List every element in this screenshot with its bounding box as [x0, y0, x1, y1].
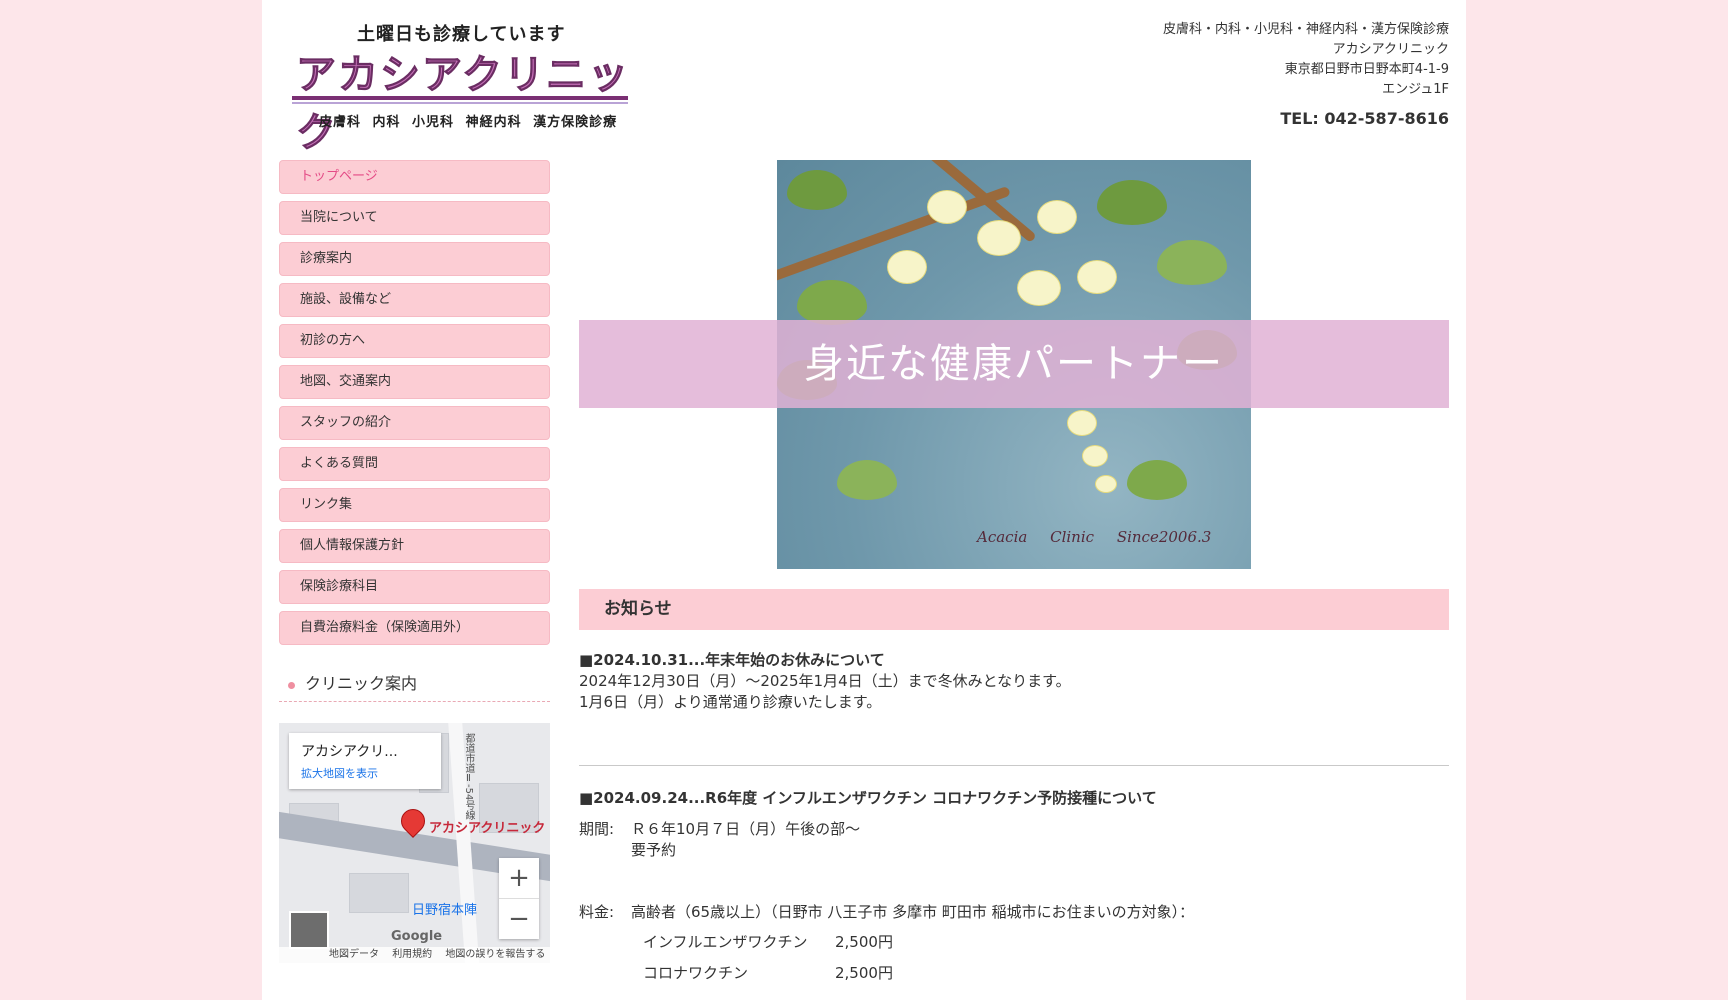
nav-item-access[interactable]: 地図、交通案内	[279, 365, 550, 399]
nav-item-about[interactable]: 当院について	[279, 201, 550, 235]
bullet-dot-icon	[288, 682, 295, 689]
map-enlarge-link[interactable]: 拡大地図を表示	[301, 765, 429, 781]
map-road-label: 都道市道Ⅱ-54号線	[463, 733, 474, 821]
period-note: 要予約	[631, 841, 677, 859]
news-item-heading: ■2024.09.24...R6年度 インフルエンザワクチン コロナワクチン予防…	[579, 789, 1157, 807]
logo-departments: 皮膚科 内科 小児科 神経内科 漢方保険診療	[319, 115, 618, 130]
hero-headline-band: 身近な健康パートナー	[579, 320, 1449, 408]
news-section-title: お知らせ	[579, 589, 1449, 630]
price-name: コロナワクチン	[643, 964, 749, 982]
nav-item-self-pay[interactable]: 自費治療料金（保険適用外）	[279, 611, 550, 645]
fee-label: 料金:	[579, 903, 615, 921]
map-zoom-controls: + −	[499, 858, 539, 939]
painting-leaf	[1157, 240, 1227, 285]
nav-item-staff[interactable]: スタッフの紹介	[279, 406, 550, 440]
news-item-text: 1月6日（月）より通常通り診療いたします。	[579, 693, 882, 711]
nav-item-insurance[interactable]: 保険診療科目	[279, 570, 550, 604]
google-logo: Google	[391, 929, 443, 944]
price-value: 2,500円	[835, 964, 893, 982]
header-info-clinic-name: アカシアクリニック	[1332, 42, 1449, 57]
nav-item-first-visit[interactable]: 初診の方へ	[279, 324, 550, 358]
header-info-building: エンジュ1F	[1382, 82, 1449, 97]
period-value: Ｒ６年10月７日（月）午後の部～	[631, 820, 861, 838]
painting-flower	[1082, 445, 1108, 467]
clinic-guide-heading-text: クリニック案内	[305, 674, 418, 693]
map-info-card: アカシアクリ... 拡大地図を表示	[289, 733, 441, 789]
painting-signature-left: Acacia Clinic	[977, 528, 1095, 546]
page-container: 土曜日も診療しています アカシアクリニック 皮膚科 内科 小児科 神経内科 漢方…	[262, 0, 1466, 1000]
clinic-logo[interactable]: 土曜日も診療しています アカシアクリニック 皮膚科 内科 小児科 神経内科 漢方…	[292, 18, 642, 157]
map-zoom-out-button[interactable]: −	[499, 899, 539, 939]
news-period-note-row: 要予約	[579, 840, 1449, 861]
map-footer-data[interactable]: 地図データ	[329, 949, 379, 960]
nav-item-top[interactable]: トップページ	[279, 160, 550, 194]
clinic-guide-heading: クリニック案内	[279, 668, 550, 702]
painting-flower	[887, 250, 927, 284]
news-fee-row: 料金: 高齢者（65歳以上）（日野市 八王子市 多摩市 町田市 稲城市にお住まい…	[579, 902, 1449, 923]
map-footer: 地図データ 利用規約 地図の誤りを報告する	[279, 947, 550, 963]
hero-headline: 身近な健康パートナー	[804, 341, 1224, 387]
map-footer-report[interactable]: 地図の誤りを報告する	[445, 949, 545, 960]
map-pin-label: アカシアクリニック	[429, 821, 546, 836]
news-period-row: 期間: Ｒ６年10月７日（月）午後の部～	[579, 819, 1449, 840]
map-footer-terms[interactable]: 利用規約	[392, 949, 432, 960]
painting-flower	[1037, 200, 1077, 234]
news-item-text: 2024年12月30日（月）～2025年1月4日（土）まで冬休みとなります。	[579, 672, 1071, 690]
news-list: ■2024.10.31...年末年始のお休みについて 2024年12月30日（月…	[579, 650, 1449, 989]
painting-leaf	[837, 460, 897, 500]
price-row: インフルエンザワクチン 2,500円	[579, 927, 1449, 958]
nav-item-faq[interactable]: よくある質問	[279, 447, 550, 481]
painting-leaf	[1127, 460, 1187, 500]
painting-flower	[927, 190, 967, 224]
price-row: コロナワクチン 2,500円	[579, 958, 1449, 989]
map-card-title: アカシアクリ...	[301, 744, 398, 760]
price-value: 2,500円	[835, 933, 893, 951]
logo-underline	[292, 96, 628, 100]
header-tel[interactable]: TEL: 042-587-8616	[1280, 109, 1449, 128]
map-zoom-in-button[interactable]: +	[499, 858, 539, 898]
painting-flower	[1077, 260, 1117, 294]
header-info-departments: 皮膚科・内科・小児科・神経内科・漢方保険診療	[1162, 22, 1449, 37]
painting-signature: Acacia Clinic Since2006.3	[977, 528, 1211, 546]
period-label: 期間:	[579, 820, 615, 838]
nav-item-facilities[interactable]: 施設、設備など	[279, 283, 550, 317]
map-block	[349, 873, 409, 913]
painting-flower	[1067, 410, 1097, 436]
painting-leaf	[797, 280, 867, 325]
map-station-label: 日野宿本陣	[412, 903, 478, 918]
painting-flower	[1017, 270, 1061, 306]
sidebar-nav: トップページ 当院について 診療案内 施設、設備など 初診の方へ 地図、交通案内…	[279, 160, 550, 652]
nav-item-privacy[interactable]: 個人情報保護方針	[279, 529, 550, 563]
nav-item-links[interactable]: リンク集	[279, 488, 550, 522]
header-info: 皮膚科・内科・小児科・神経内科・漢方保険診療 アカシアクリニック 東京都日野市日…	[1163, 20, 1449, 100]
painting-signature-right: Since2006.3	[1116, 528, 1212, 546]
painting-leaf	[1097, 180, 1167, 225]
painting-flower	[1095, 475, 1117, 493]
logo-underline-light	[292, 102, 628, 104]
price-name: インフルエンザワクチン	[643, 933, 808, 951]
nav-item-services[interactable]: 診療案内	[279, 242, 550, 276]
painting-flower	[977, 220, 1021, 256]
fee-value: 高齢者（65歳以上）（日野市 八王子市 多摩市 町田市 稲城市にお住まいの方対象…	[631, 903, 1195, 921]
painting-leaf	[787, 170, 847, 210]
embedded-map[interactable]: 都道市道Ⅱ-54号線 アカシアクリ... 拡大地図を表示 アカシアクリニック 日…	[279, 723, 550, 963]
news-divider	[579, 765, 1449, 766]
header-info-address: 東京都日野市日野本町4-1-9	[1284, 62, 1449, 77]
news-item-heading: ■2024.10.31...年末年始のお休みについて	[579, 651, 885, 669]
logo-clinic-name: アカシアクリニック	[296, 52, 630, 157]
map-satellite-toggle[interactable]	[289, 911, 329, 949]
